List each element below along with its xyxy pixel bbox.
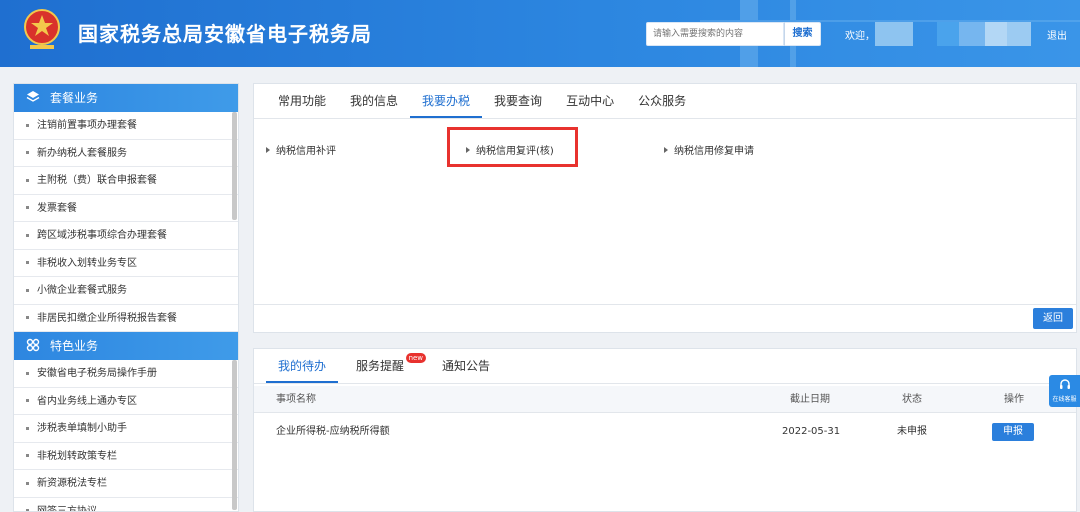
sidebar-item[interactable]: 非居民扣缴企业所得税报告套餐 xyxy=(14,305,238,332)
logout-link[interactable]: 退出 xyxy=(1047,27,1067,42)
tab-public-service[interactable]: 公众服务 xyxy=(626,84,698,118)
back-button[interactable]: 返回 xyxy=(1033,308,1073,329)
sidebar-item[interactable]: 注销前置事项办理套餐 xyxy=(14,112,238,140)
sidebar-item[interactable]: 非税划转政策专栏 xyxy=(14,443,238,470)
sidebar-scrollbar[interactable] xyxy=(232,360,237,510)
sidebar-item[interactable]: 新办纳税人套餐服务 xyxy=(14,140,238,167)
welcome-text: 欢迎， xyxy=(845,31,875,42)
table-row: 企业所得税-应纳税所得额 2022-05-31 未申报 申报 xyxy=(254,417,1076,447)
tab-my-info[interactable]: 我的信息 xyxy=(338,84,410,118)
sidebar-item[interactable]: 安徽省电子税务局操作手册 xyxy=(14,360,238,388)
deadline: 2022-05-31 xyxy=(782,426,841,437)
todo-panel: 我的待办 服务提醒 new 通知公告 事项名称 截止日期 状态 操作 企业所得税… xyxy=(253,348,1077,512)
sidebar-scrollbar[interactable] xyxy=(232,112,237,220)
business-panel: 常用功能 我的信息 我要办税 我要查询 互动中心 公众服务 纳税信用补评 纳税信… xyxy=(253,83,1077,333)
column-header: 操作 xyxy=(1004,394,1024,405)
site-title: 国家税务总局安徽省电子税务局 xyxy=(78,22,372,46)
online-service-button[interactable]: 在线客服 xyxy=(1049,375,1080,407)
top-header: 国家税务总局安徽省电子税务局 搜索 欢迎， 退出 xyxy=(0,0,1080,67)
featured-menu: 安徽省电子税务局操作手册 省内业务线上通办专区 涉税表单填制小助手 非税划转政策… xyxy=(14,360,238,512)
tax-emblem-icon xyxy=(24,9,60,49)
item-name: 企业所得税-应纳税所得额 xyxy=(276,426,390,437)
search-input[interactable] xyxy=(646,22,784,46)
tab-my-todo[interactable]: 我的待办 xyxy=(266,349,339,383)
tab-notice[interactable]: 通知公告 xyxy=(430,349,502,383)
sidebar-section-featured[interactable]: 特色业务 xyxy=(14,332,238,360)
sidebar-item[interactable]: 小微企业套餐式服务 xyxy=(14,277,238,305)
sidebar-section-package[interactable]: 套餐业务 xyxy=(14,84,238,112)
new-badge: new xyxy=(405,353,427,363)
status: 未申报 xyxy=(897,426,927,437)
search-button[interactable]: 搜索 xyxy=(784,22,821,46)
credit-repair-link[interactable]: 纳税信用修复申请 xyxy=(664,142,754,157)
credit-links: 纳税信用补评 纳税信用复评(核) 纳税信用修复申请 xyxy=(266,134,1066,164)
credit-supplement-link[interactable]: 纳税信用补评 xyxy=(266,142,336,157)
tab-tax-handling[interactable]: 我要办税 xyxy=(410,84,483,118)
tab-divider xyxy=(254,118,1076,119)
layers-icon xyxy=(26,91,40,102)
declare-button[interactable]: 申报 xyxy=(992,423,1034,441)
business-tabs: 常用功能 我的信息 我要办税 我要查询 互动中心 公众服务 xyxy=(266,84,698,118)
grid-icon xyxy=(26,338,40,352)
package-menu: 注销前置事项办理套餐 新办纳税人套餐服务 主附税（费）联合申报套餐 发票套餐 跨… xyxy=(14,112,238,332)
column-header: 状态 xyxy=(902,394,922,405)
column-header: 事项名称 xyxy=(276,394,316,405)
sidebar-item[interactable]: 发票套餐 xyxy=(14,195,238,222)
sidebar-item[interactable]: 新资源税法专栏 xyxy=(14,470,238,498)
todo-tabs: 我的待办 服务提醒 new 通知公告 xyxy=(266,349,502,383)
online-service-label: 在线客服 xyxy=(1052,396,1077,403)
tab-service-reminder[interactable]: 服务提醒 new xyxy=(344,349,427,383)
sidebar-item[interactable]: 非税收入划转业务专区 xyxy=(14,250,238,277)
tab-common[interactable]: 常用功能 xyxy=(266,84,338,118)
tab-label: 服务提醒 xyxy=(356,359,405,373)
todo-table-header: 事项名称 截止日期 状态 操作 xyxy=(254,386,1076,413)
column-header: 截止日期 xyxy=(790,394,830,405)
tab-interaction[interactable]: 互动中心 xyxy=(554,84,626,118)
sidebar-section-label: 套餐业务 xyxy=(50,91,99,105)
redacted-username xyxy=(875,22,1031,46)
sidebar-item[interactable]: 省内业务线上通办专区 xyxy=(14,388,238,415)
sidebar-item[interactable]: 主附税（费）联合申报套餐 xyxy=(14,167,238,195)
tab-query[interactable]: 我要查询 xyxy=(482,84,554,118)
sidebar-item[interactable]: 网签三方协议 xyxy=(14,498,238,512)
sidebar-item[interactable]: 跨区域涉税事项综合办理套餐 xyxy=(14,222,238,250)
sidebar-item[interactable]: 涉税表单填制小助手 xyxy=(14,415,238,443)
headset-icon xyxy=(1059,379,1070,389)
highlight-box xyxy=(447,127,578,167)
sidebar: 套餐业务 注销前置事项办理套餐 新办纳税人套餐服务 主附税（费）联合申报套餐 发… xyxy=(13,83,239,512)
tab-divider xyxy=(254,383,1076,384)
panel-divider xyxy=(254,304,1076,305)
sidebar-section-label: 特色业务 xyxy=(50,339,99,353)
